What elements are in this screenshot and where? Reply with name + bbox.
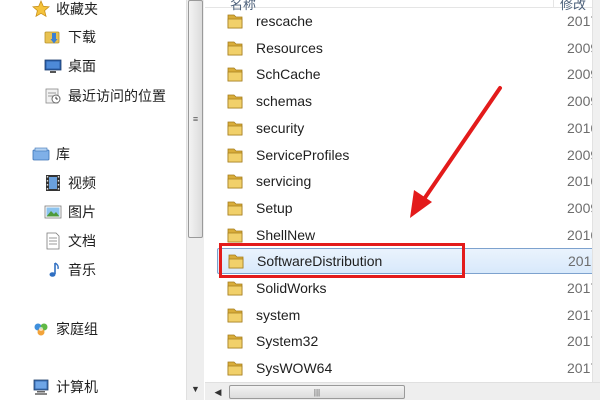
file-name: rescache bbox=[256, 13, 313, 29]
file-name: System32 bbox=[256, 333, 319, 350]
file-row[interactable]: system 2017 bbox=[217, 302, 600, 328]
folder-icon bbox=[227, 39, 247, 57]
file-row[interactable]: SolidWorks 2017 bbox=[217, 275, 600, 301]
nav-item-label: 收藏夹 bbox=[56, 1, 98, 17]
video-icon bbox=[44, 174, 62, 192]
documents-icon bbox=[44, 232, 62, 250]
star-icon bbox=[32, 0, 50, 18]
file-name: ShellNew bbox=[256, 226, 316, 243]
folder-icon bbox=[227, 146, 247, 164]
nav-item-favorites[interactable]: 收藏夹 bbox=[32, 0, 98, 21]
folder-icon bbox=[227, 279, 247, 297]
nav-item-music[interactable]: 音乐 bbox=[44, 258, 96, 282]
folder-icon bbox=[227, 92, 247, 110]
folder-icon bbox=[227, 65, 247, 83]
nav-scrollbar-thumb[interactable]: ≡ bbox=[188, 0, 203, 238]
file-name: Resources bbox=[256, 39, 323, 56]
nav-item-computer[interactable]: 计算机 bbox=[32, 375, 98, 399]
folder-icon bbox=[227, 172, 247, 190]
nav-item-homegroup[interactable]: 家庭组 bbox=[32, 317, 98, 341]
annotation-arrow-icon bbox=[410, 86, 502, 218]
nav-item-videos[interactable]: 视频 bbox=[44, 171, 96, 195]
nav-item-label: 库 bbox=[56, 146, 70, 162]
nav-item-libraries[interactable]: 库 bbox=[32, 142, 70, 166]
music-icon bbox=[44, 261, 62, 279]
nav-vertical-scrollbar[interactable]: ≡ ▼ bbox=[186, 0, 204, 400]
nav-item-label: 音乐 bbox=[68, 262, 96, 278]
nav-item-label: 文档 bbox=[68, 233, 96, 249]
desktop-icon bbox=[44, 57, 62, 75]
nav-item-label: 下载 bbox=[68, 29, 96, 45]
horizontal-scrollbar-thumb[interactable]: ||| bbox=[229, 385, 405, 399]
nav-item-label: 计算机 bbox=[56, 379, 98, 395]
nav-item-label: 视频 bbox=[68, 175, 96, 191]
nav-item-label: 最近访问的位置 bbox=[68, 88, 166, 104]
nav-item-downloads[interactable]: 下载 bbox=[44, 25, 96, 49]
nav-item-recent-places[interactable]: 最近访问的位置 bbox=[44, 84, 166, 108]
homegroup-icon bbox=[32, 320, 50, 338]
column-header-bar bbox=[205, 0, 600, 8]
column-separator[interactable] bbox=[553, 0, 554, 8]
nav-item-documents[interactable]: 文档 bbox=[44, 229, 96, 253]
file-row[interactable]: rescache 2017 bbox=[217, 8, 600, 34]
file-row[interactable]: System32 2017 bbox=[217, 328, 600, 354]
folder-icon bbox=[227, 359, 247, 377]
nav-item-label: 桌面 bbox=[68, 58, 96, 74]
file-name: SysWOW64 bbox=[256, 360, 333, 377]
folder-icon bbox=[227, 332, 247, 350]
nav-item-pictures[interactable]: 图片 bbox=[44, 200, 96, 224]
file-name: system bbox=[256, 306, 301, 323]
folder-icon bbox=[227, 199, 247, 217]
downloads-folder-icon bbox=[44, 28, 62, 46]
annotation-highlight-box bbox=[219, 243, 465, 278]
scroll-down-arrow-icon[interactable]: ▼ bbox=[188, 380, 203, 398]
nav-item-label: 图片 bbox=[68, 204, 96, 220]
folder-icon bbox=[227, 306, 247, 324]
vertical-scrollbar-edge[interactable] bbox=[592, 0, 600, 382]
recent-places-icon bbox=[44, 87, 62, 105]
file-name: SolidWorks bbox=[256, 280, 327, 296]
folder-icon bbox=[227, 12, 247, 30]
file-row[interactable]: SysWOW64 2017 bbox=[217, 355, 600, 381]
horizontal-scrollbar[interactable]: ◀ ||| bbox=[205, 382, 600, 400]
nav-item-desktop[interactable]: 桌面 bbox=[44, 54, 96, 78]
computer-icon bbox=[32, 378, 50, 396]
file-row[interactable]: Resources 2009 bbox=[217, 35, 600, 61]
folder-icon bbox=[227, 226, 247, 244]
navigation-pane: 收藏夹 下载 桌面 最近访问的位置 库 视频 图片 文档 音乐 家庭组 计算机 bbox=[0, 0, 186, 400]
library-icon bbox=[32, 145, 50, 163]
nav-item-label: 家庭组 bbox=[56, 321, 98, 337]
scroll-left-arrow-icon[interactable]: ◀ bbox=[211, 385, 225, 399]
pictures-icon bbox=[44, 203, 62, 221]
folder-icon bbox=[227, 119, 247, 137]
